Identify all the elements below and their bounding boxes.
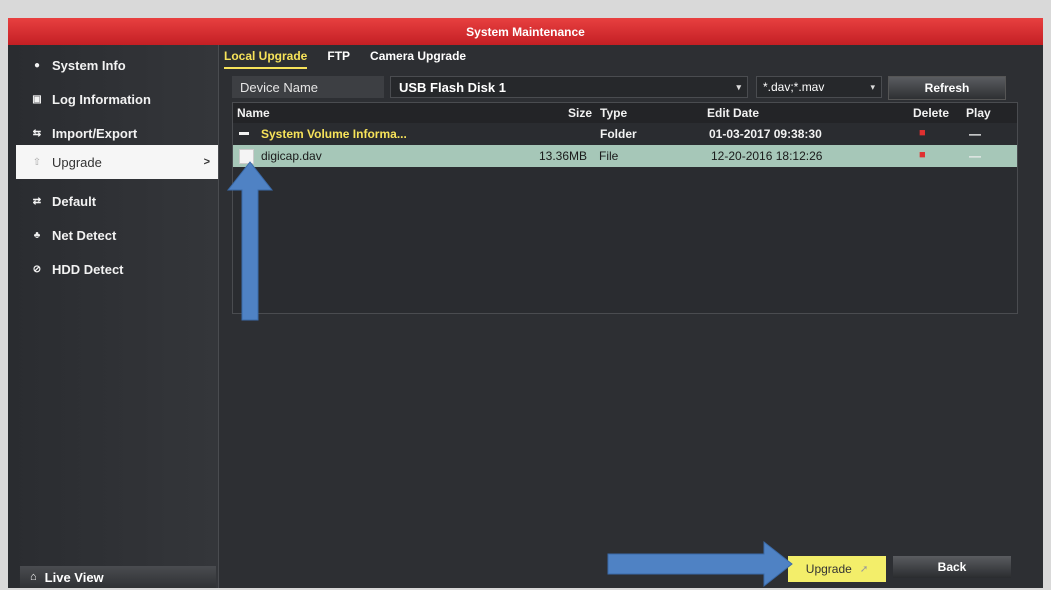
row-name: System Volume Informa... [261, 127, 407, 141]
row-type: Folder [600, 127, 637, 141]
trash-icon[interactable]: ■ [919, 149, 926, 161]
device-select-value: USB Flash Disk 1 [399, 79, 506, 95]
sidebar-item-log-information[interactable]: ▣ Log Information [16, 83, 218, 115]
file-table: Name Size Type Edit Date Delete Play ▬ S… [232, 102, 1018, 314]
hdd-detect-icon: ⊘ [32, 263, 42, 275]
live-view-label: Live View [44, 569, 104, 585]
trash-icon[interactable]: ■ [919, 127, 926, 139]
row-play[interactable]: — [969, 149, 981, 163]
folder-icon: ▬ [239, 127, 249, 138]
tab-bar: Local Upgrade FTP Camera Upgrade [224, 49, 486, 69]
file-filter-select[interactable]: *.dav;*.mav ▾ [756, 76, 882, 98]
import-export-icon: ⇆ [32, 127, 42, 139]
default-icon: ⇄ [32, 195, 42, 207]
table-header: Name Size Type Edit Date Delete Play [233, 103, 1017, 123]
file-filter-value: *.dav;*.mav [763, 80, 825, 94]
table-row[interactable]: ▬ System Volume Informa... Folder 01-03-… [233, 123, 1017, 145]
sidebar-item-label: Net Detect [52, 227, 117, 243]
chevron-down-icon: ▾ [870, 81, 875, 92]
tab-ftp[interactable]: FTP [327, 49, 350, 69]
row-date: 12-20-2016 18:12:26 [711, 149, 823, 163]
window-title: System Maintenance [8, 18, 1043, 45]
upgrade-icon: ⇧ [32, 156, 42, 168]
live-view-button[interactable]: ⌂ Live View [20, 566, 216, 588]
tab-camera-upgrade[interactable]: Camera Upgrade [370, 49, 466, 69]
annotation-arrow-up-icon [226, 161, 274, 321]
info-dot-icon: ● [33, 59, 41, 71]
row-date: 01-03-2017 09:38:30 [709, 127, 822, 141]
row-play[interactable]: — [969, 127, 981, 141]
chevron-down-icon: ▾ [736, 81, 741, 92]
upgrade-button-label: Upgrade [805, 562, 852, 576]
device-select[interactable]: USB Flash Disk 1 ▾ [390, 76, 748, 98]
sidebar-item-net-detect[interactable]: ♣ Net Detect [16, 219, 218, 251]
header-delete[interactable]: Delete [913, 106, 949, 120]
sidebar-item-upgrade[interactable]: ⇧ Upgrade > [16, 145, 218, 179]
upgrade-button[interactable]: Upgrade ➚ [788, 556, 886, 582]
sidebar-item-label: HDD Detect [52, 261, 124, 277]
sidebar: ● System Info ▣ Log Information ⇆ Import… [8, 45, 219, 588]
mouse-cursor-icon: ➚ [859, 563, 869, 575]
net-detect-icon: ♣ [33, 229, 41, 241]
sidebar-item-label: Import/Export [52, 125, 138, 141]
header-name[interactable]: Name [237, 106, 270, 120]
sidebar-item-default[interactable]: ⇄ Default [16, 185, 218, 217]
tab-local-upgrade[interactable]: Local Upgrade [224, 49, 308, 69]
header-type[interactable]: Type [600, 106, 627, 120]
header-size[interactable]: Size [568, 106, 592, 120]
row-size: 13.36MB [539, 149, 588, 163]
sidebar-item-label: System Info [52, 57, 126, 73]
sidebar-item-label: Log Information [52, 91, 151, 107]
home-icon: ⌂ [30, 571, 37, 583]
back-button[interactable]: Back [893, 556, 1011, 578]
device-name-label: Device Name [232, 76, 384, 98]
sidebar-item-label: Upgrade [52, 154, 102, 170]
log-icon: ▣ [32, 93, 42, 105]
header-play[interactable]: Play [966, 106, 991, 120]
refresh-button[interactable]: Refresh [888, 76, 1006, 100]
header-edit-date[interactable]: Edit Date [707, 106, 759, 120]
sidebar-item-label: Default [52, 193, 97, 209]
sidebar-item-system-info[interactable]: ● System Info [16, 49, 218, 81]
table-row[interactable]: digicap.dav 13.36MB File 12-20-2016 18:1… [233, 145, 1017, 167]
sidebar-item-hdd-detect[interactable]: ⊘ HDD Detect [16, 253, 218, 285]
annotation-arrow-right-icon [607, 540, 793, 588]
row-type: File [599, 149, 619, 163]
chevron-right-icon: > [203, 156, 210, 168]
